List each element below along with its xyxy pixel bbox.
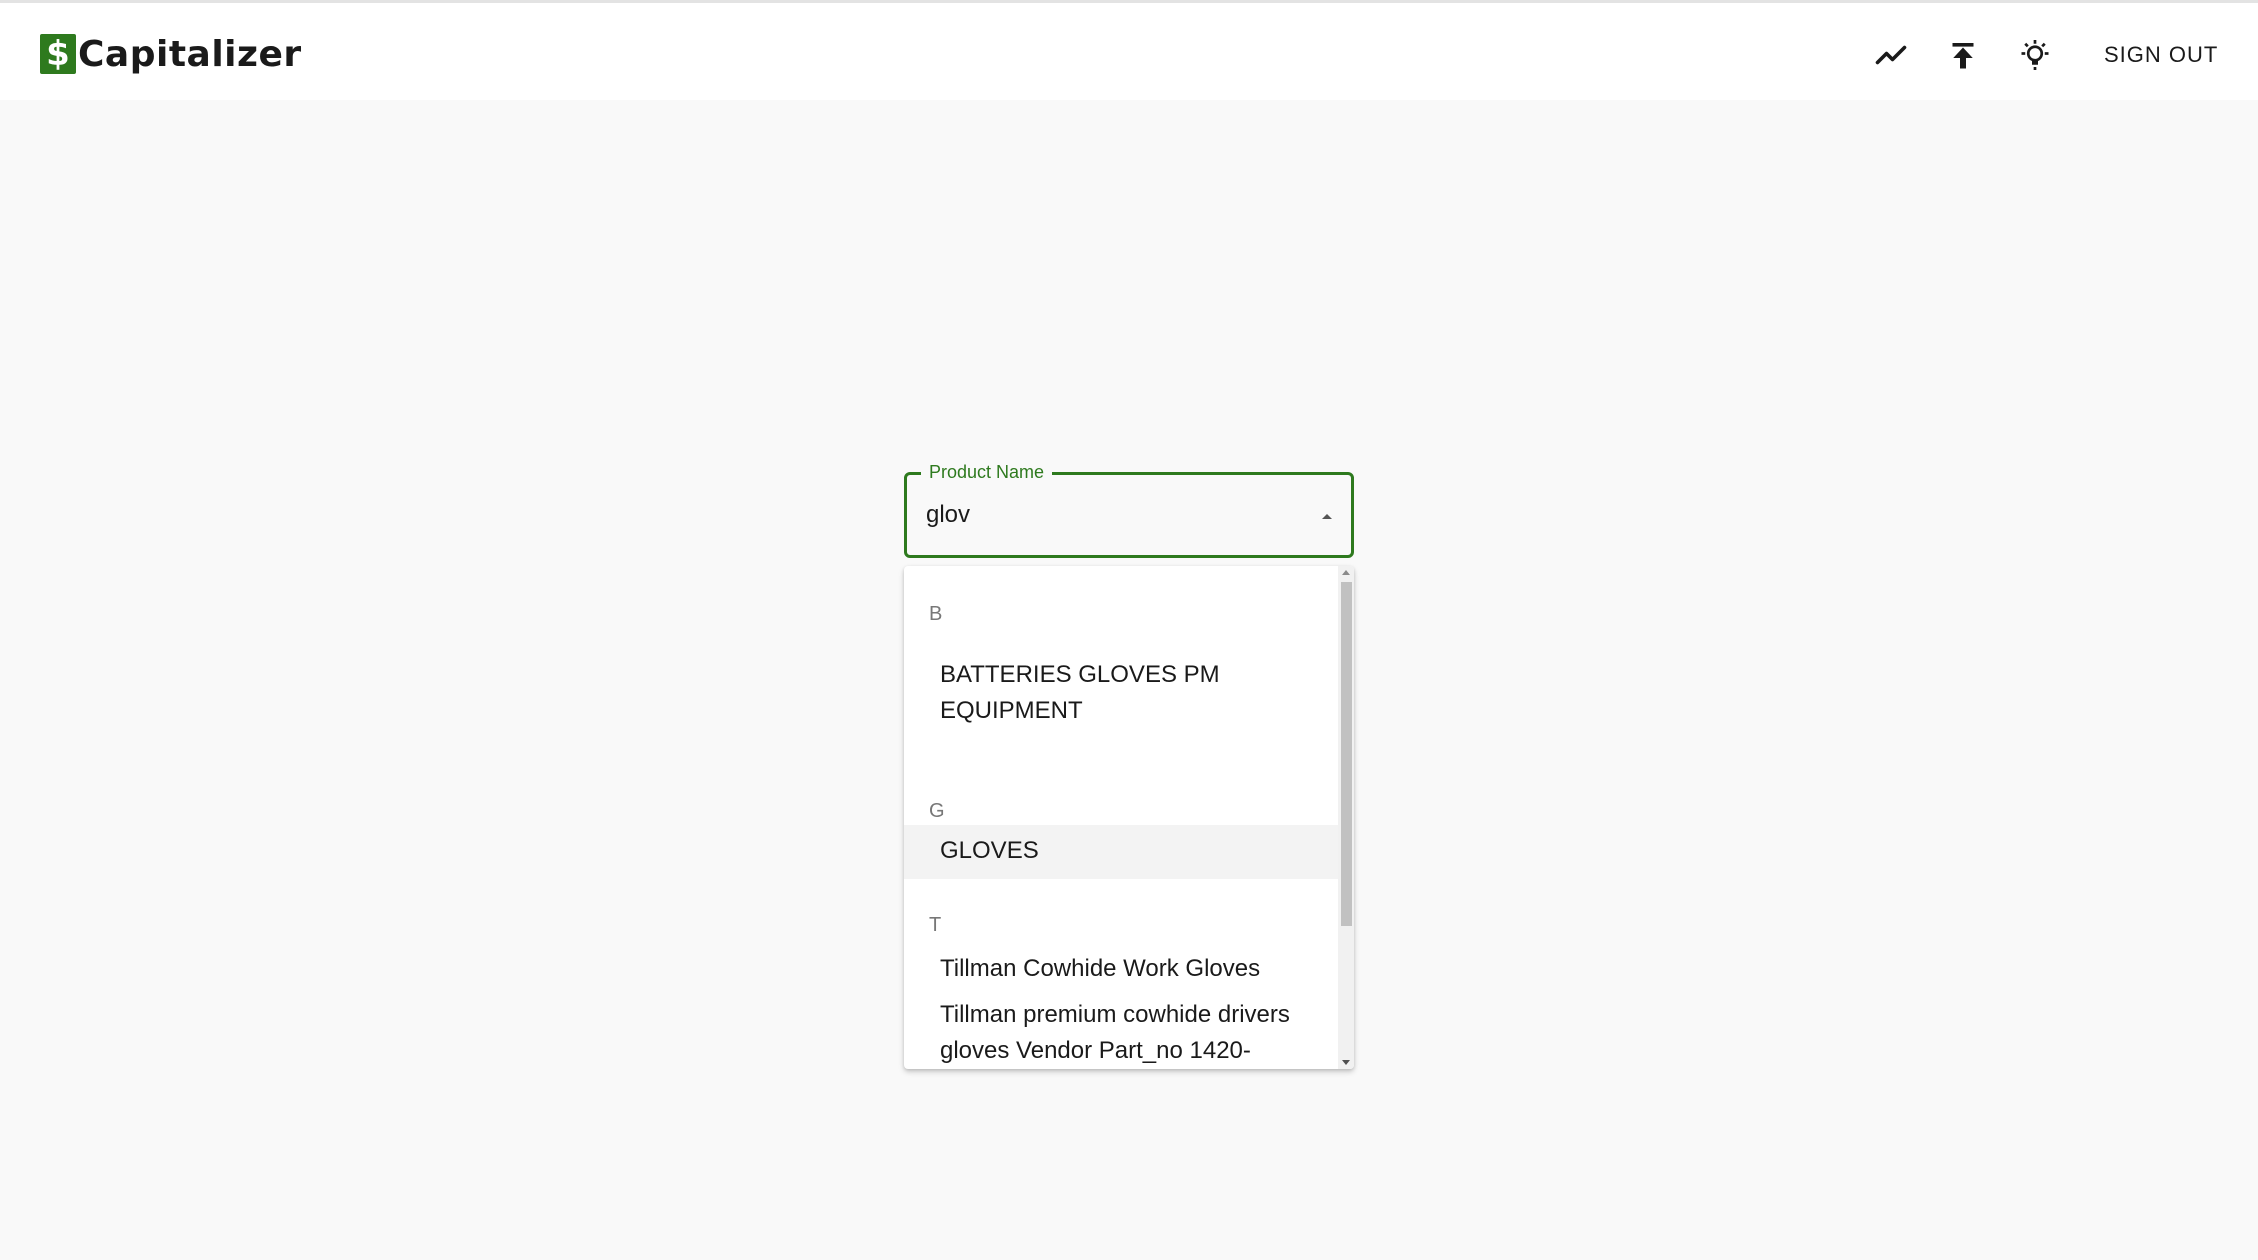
option-batteries-gloves-pm-equipment[interactable]: BATTERIES GLOVES PM EQUIPMENT [904,648,1338,765]
product-name-field[interactable]: Product Name [904,459,1354,558]
dollar-logo-icon: $ [40,34,76,74]
scroll-down-arrow-icon[interactable] [1342,1060,1350,1065]
top-app-bar: $ Capitalizer SIGN OUT [0,0,2258,100]
options-list: B BATTERIES GLOVES PM EQUIPMENT G GLOVES… [904,566,1338,1069]
listbox-scrollbar[interactable] [1338,566,1354,1069]
autocomplete-listbox: B BATTERIES GLOVES PM EQUIPMENT G GLOVES… [904,566,1354,1069]
arrow-up-icon[interactable] [1315,505,1339,529]
group-header-t: T [929,914,942,936]
app-title: Capitalizer [78,33,302,75]
scroll-up-arrow-icon[interactable] [1342,570,1350,575]
option-tillman-cowhide-work-gloves[interactable]: Tillman Cowhide Work Gloves [904,939,1338,997]
group-header-g: G [929,800,945,822]
option-tillman-premium-cowhide-drivers-gloves[interactable]: Tillman premium cowhide drivers gloves V… [904,997,1338,1069]
upload-icon[interactable] [1939,31,1987,79]
product-name-label: Product Name [921,459,1053,485]
product-name-input[interactable] [926,493,1286,537]
group-header-b: B [929,603,943,625]
lightbulb-icon[interactable] [2011,31,2059,79]
scrollbar-thumb[interactable] [1341,582,1352,926]
app-logo[interactable]: $ Capitalizer [40,32,302,76]
sign-out-button[interactable]: SIGN OUT [2092,31,2230,79]
option-gloves[interactable]: GLOVES [904,825,1338,879]
trending-icon[interactable] [1867,31,1915,79]
